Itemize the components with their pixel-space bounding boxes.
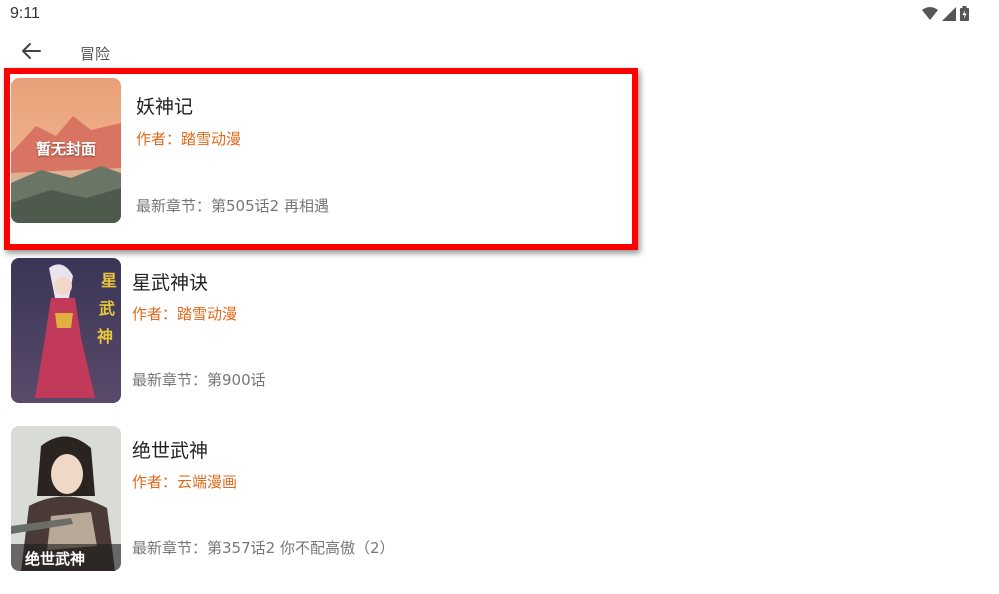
wifi-icon (922, 6, 938, 25)
cover-placeholder-label: 暂无封面 (35, 140, 96, 158)
arrow-left-icon (21, 42, 41, 64)
comic-author: 作者：踏雪动漫 (136, 130, 242, 148)
status-time: 9:11 (10, 5, 40, 22)
battery-icon (960, 6, 969, 25)
status-bar: 9:11 (0, 0, 999, 28)
comic-cover: 绝世武神 (11, 426, 121, 571)
comic-cover: 暂无封面 (11, 78, 121, 223)
comic-list-item[interactable]: 绝世武神 绝世武神 作者：云端漫画 最新章节：第357话2 你不配高傲（2） (0, 426, 640, 594)
page-title: 冒险 (80, 45, 111, 63)
cover-image: 星 武 神 (11, 258, 121, 403)
comic-latest-chapter: 最新章节：第357话2 你不配高傲（2） (132, 539, 395, 557)
comic-cover: 星 武 神 (11, 258, 121, 403)
comic-list-item[interactable]: 星 武 神 星武神诀 作者：踏雪动漫 最新章节：第900话 (0, 258, 640, 426)
svg-text:武: 武 (99, 299, 115, 318)
comic-latest-chapter: 最新章节：第505话2 再相遇 (136, 197, 329, 215)
cellular-signal-icon (942, 6, 956, 25)
svg-text:神: 神 (97, 327, 113, 346)
comic-author: 作者：云端漫画 (132, 473, 238, 491)
svg-text:星: 星 (101, 271, 117, 290)
back-button[interactable] (14, 38, 48, 68)
comic-title: 妖神记 (136, 96, 194, 118)
comic-title: 星武神诀 (132, 272, 209, 294)
comic-list-item[interactable]: 暂无封面 妖神记 作者：踏雪动漫 最新章节：第505话2 再相遇 (4, 68, 638, 250)
status-icons (922, 6, 969, 25)
comic-author: 作者：踏雪动漫 (132, 305, 238, 323)
cover-image: 绝世武神 (11, 426, 121, 571)
comic-title: 绝世武神 (132, 440, 209, 462)
comic-latest-chapter: 最新章节：第900话 (132, 371, 266, 389)
svg-text:绝世武神: 绝世武神 (25, 550, 85, 568)
